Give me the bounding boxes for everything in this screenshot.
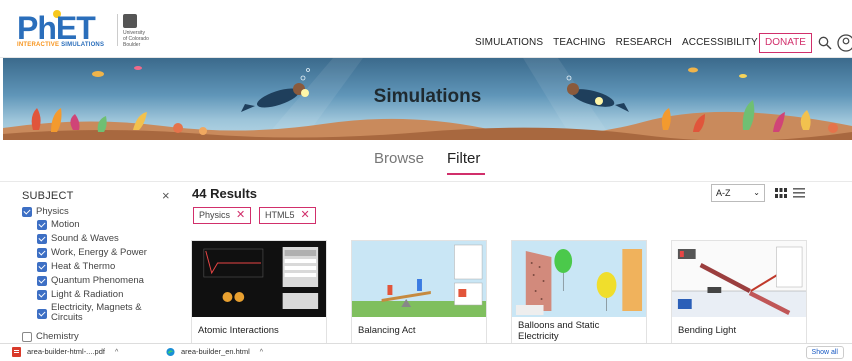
- filter-label: Work, Energy & Power: [51, 247, 147, 258]
- show-all-downloads-button[interactable]: Show all: [805, 346, 844, 359]
- checkbox-checked-icon[interactable]: [37, 309, 47, 319]
- filter-sound-waves[interactable]: Sound & Waves: [37, 233, 119, 244]
- filter-work-energy-power[interactable]: Work, Energy & Power: [37, 247, 147, 258]
- subject-heading: SUBJECT: [22, 190, 74, 202]
- account-icon[interactable]: [836, 33, 852, 53]
- logo-divider: [117, 14, 118, 46]
- download-filename: area-builder-html-....pdf: [27, 347, 105, 356]
- active-filter-chip-html5[interactable]: HTML5 ✕: [259, 207, 316, 224]
- remove-chip-icon[interactable]: ✕: [236, 209, 245, 221]
- checkbox-checked-icon[interactable]: [37, 219, 47, 230]
- phet-tagline: INTERACTIVE SIMULATIONS: [17, 42, 105, 48]
- filter-physics[interactable]: Physics: [22, 206, 69, 217]
- sim-title: Balancing Act: [358, 325, 416, 336]
- checkbox-checked-icon[interactable]: [22, 206, 32, 217]
- university-logo[interactable]: University of Colorado Boulder: [123, 14, 173, 48]
- filter-label: Motion: [51, 219, 80, 230]
- tab-filter[interactable]: Filter: [447, 150, 480, 167]
- cu-seal-icon: [123, 14, 137, 28]
- sim-thumbnail: [352, 241, 486, 317]
- phet-logo[interactable]: PhET INTERACTIVE SIMULATIONS: [17, 10, 113, 48]
- checkbox-checked-icon[interactable]: [37, 289, 47, 300]
- download-filename: area-builder_en.html: [181, 347, 250, 356]
- simulations-banner: Simulations: [3, 58, 852, 140]
- filter-label: Chemistry: [36, 331, 79, 342]
- sim-thumbnail: [512, 241, 646, 317]
- site-header: PhET INTERACTIVE SIMULATIONS University …: [0, 0, 852, 58]
- filter-heat-thermo[interactable]: Heat & Thermo: [37, 261, 115, 272]
- sim-card-balloons-static-electricity[interactable]: Balloons and Static Electricity: [511, 240, 647, 345]
- pdf-icon: [12, 347, 21, 358]
- filter-label: Sound & Waves: [51, 233, 119, 244]
- filter-label: Heat & Thermo: [51, 261, 116, 272]
- checkbox-unchecked-icon[interactable]: [22, 331, 32, 342]
- chip-label: Physics: [199, 210, 231, 220]
- filter-chemistry[interactable]: Chemistry: [22, 331, 79, 342]
- filter-label: Electricity, Magnets & Circuits: [51, 302, 142, 323]
- filter-sidebar: SUBJECT × Physics Motion Sound & Waves W…: [0, 182, 185, 342]
- download-item-html[interactable]: area-builder_en.html ^: [166, 347, 263, 357]
- chevron-up-icon[interactable]: ^: [115, 349, 118, 356]
- donate-button[interactable]: DONATE: [759, 33, 812, 53]
- grid-view-icon[interactable]: [775, 188, 787, 198]
- list-view-icon[interactable]: [793, 188, 805, 198]
- filter-quantum-phenomena[interactable]: Quantum Phenomena: [37, 275, 144, 286]
- results-count: 44 Results: [192, 186, 258, 201]
- edge-icon: [166, 347, 175, 357]
- sim-card-bending-light[interactable]: Bending Light: [671, 240, 807, 345]
- university-line: Boulder: [123, 42, 141, 48]
- filter-light-radiation[interactable]: Light & Radiation: [37, 289, 123, 300]
- sim-title: Balloons and Static Electricity: [518, 320, 600, 342]
- sim-title: Atomic Interactions: [198, 325, 279, 336]
- sort-value: A-Z: [716, 188, 731, 198]
- view-tabs: Browse Filter: [0, 140, 852, 182]
- nav-teaching[interactable]: TEACHING: [553, 37, 605, 48]
- downloads-bar: area-builder-html-....pdf ^ area-builder_…: [0, 343, 852, 361]
- sim-title: Bending Light: [678, 325, 737, 336]
- checkbox-checked-icon[interactable]: [37, 261, 47, 272]
- phet-logo-text: PhET: [17, 10, 96, 46]
- nav-simulations[interactable]: SIMULATIONS: [475, 37, 543, 48]
- checkbox-checked-icon[interactable]: [37, 275, 47, 286]
- filter-label: Quantum Phenomena: [51, 275, 144, 286]
- active-filter-chip-physics[interactable]: Physics ✕: [193, 207, 252, 224]
- filter-electricity-magnets-circuits[interactable]: Electricity, Magnets & Circuits: [37, 303, 147, 323]
- chevron-up-icon[interactable]: ^: [260, 349, 263, 356]
- checkbox-checked-icon[interactable]: [37, 247, 47, 258]
- nav-research[interactable]: RESEARCH: [616, 37, 672, 48]
- sim-card-balancing-act[interactable]: Balancing Act: [351, 240, 487, 345]
- download-item-pdf[interactable]: area-builder-html-....pdf ^: [12, 347, 118, 358]
- sort-select[interactable]: A-Z ⌄: [711, 184, 765, 202]
- chevron-down-icon: ⌄: [753, 188, 760, 197]
- filter-label: Physics: [36, 206, 69, 217]
- chip-label: HTML5: [265, 210, 295, 220]
- sim-thumbnail: [672, 241, 806, 317]
- remove-chip-icon[interactable]: ✕: [301, 209, 310, 221]
- filter-label: Light & Radiation: [51, 289, 124, 300]
- checkbox-checked-icon[interactable]: [37, 233, 47, 244]
- sim-thumbnail: [192, 241, 326, 317]
- search-icon[interactable]: [818, 36, 832, 50]
- active-tab-indicator: [447, 173, 485, 175]
- tab-browse[interactable]: Browse: [374, 150, 424, 167]
- banner-title: Simulations: [373, 86, 482, 107]
- university-name: University of Colorado Boulder: [123, 30, 173, 48]
- main-nav: SIMULATIONS TEACHING RESEARCH ACCESSIBIL…: [475, 37, 758, 48]
- sim-card-atomic-interactions[interactable]: Atomic Interactions: [191, 240, 327, 345]
- nav-accessibility[interactable]: ACCESSIBILITY: [682, 37, 758, 48]
- close-filter-icon[interactable]: ×: [162, 188, 170, 203]
- filter-motion[interactable]: Motion: [37, 219, 80, 230]
